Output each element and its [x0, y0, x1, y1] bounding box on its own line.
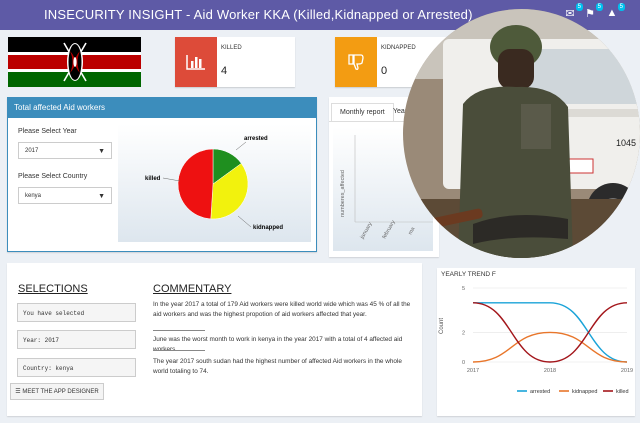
pie-chart-pane: arrested killed kidnapped [118, 124, 311, 242]
kenya-flag [8, 37, 141, 87]
trend-ytick: 0 [462, 360, 465, 366]
pie-leader-arrested [235, 141, 247, 151]
commentary-heading: COMMENTARY [153, 283, 232, 295]
trend-ytick: 2 [462, 330, 465, 336]
notifications-icon[interactable]: ⚑ 5 [582, 3, 603, 23]
pie-label-killed: killed [145, 176, 161, 182]
pie-label-arrested: arrested [244, 136, 268, 142]
commentary-divider [153, 350, 205, 351]
trend-line-kidnapped [472, 331, 628, 363]
legend-label-kidnapped[interactable]: kidnapped [572, 389, 597, 395]
thumbs-down-icon [335, 37, 377, 87]
monthly-tick-mar: ma [408, 226, 417, 236]
country-select-value: kenya [25, 193, 42, 199]
app-title: INSECURITY INSIGHT - Aid Worker KKA (Kil… [44, 7, 473, 22]
monthly-ylabel: numberes_affected [340, 170, 346, 217]
meet-designer-label: MEET THE APP DESIGNER [22, 389, 99, 395]
year-select-value: 2017 [25, 148, 39, 154]
commentary-paragraph-2: June was the worst month to work in keny… [153, 336, 403, 353]
monthly-tick-feb: february [382, 219, 397, 240]
notifications-count: 5 [595, 3, 603, 11]
meet-designer-button[interactable]: ☰ MEET THE APP DESIGNER [10, 383, 104, 400]
kidnapped-count: 0 [381, 65, 388, 77]
pie-leader-kidnapped [237, 215, 252, 228]
total-affected-box: Total affected Aid workers Please Select… [7, 97, 317, 252]
pie-chart: arrested killed kidnapped [145, 136, 283, 231]
yearly-trend-box: YEARLY TREND F Count 0 2 5 2017 2018 2019 arre… [437, 268, 635, 416]
legend-label-arrested[interactable]: arrested [530, 389, 550, 395]
selection-summary-line: You have selected [17, 303, 136, 322]
country-select-label: Please Select Country [18, 173, 88, 180]
killed-count: 4 [221, 65, 228, 77]
total-affected-title: Total affected Aid workers [8, 98, 316, 118]
trend-xtick: 2017 [467, 368, 479, 374]
tasks-count: 5 [617, 3, 625, 11]
commentary-paragraph-3: The year 2017 south sudan had the highes… [153, 358, 402, 375]
pie-slice-killed [177, 148, 214, 220]
year-select-label: Please Select Year [18, 128, 77, 135]
pie-label-kidnapped: kidnapped [253, 225, 283, 231]
caret-down-icon: ▼ [98, 193, 105, 200]
selected-year: Year: 2017 [17, 330, 136, 349]
trend-ylabel: Count [439, 318, 445, 334]
legend-label-killed[interactable]: killed [616, 389, 629, 395]
caret-down-icon: ▼ [98, 148, 105, 155]
bar-chart-icon [175, 37, 217, 87]
killed-infobox: KILLED 4 [175, 37, 295, 87]
commentary-divider [153, 330, 205, 331]
monthly-tick-jan: january [359, 221, 374, 241]
vehicle-number: 1045 [616, 138, 636, 148]
aid-worker-photo: 1045 [403, 9, 640, 258]
selections-heading: SELECTIONS [18, 283, 88, 295]
trend-xtick: 2018 [544, 368, 556, 374]
kidnapped-label: KIDNAPPED [381, 45, 416, 51]
yearly-trend-chart: Count 0 2 5 2017 2018 2019 arrested kidnapped ki… [439, 286, 633, 395]
pie-leader-killed [162, 177, 181, 182]
trend-xtick: 2019 [621, 368, 633, 374]
commentary-paragraph-1: In the year 2017 a total of 179 Aid work… [153, 301, 411, 318]
selected-country: Country: kenya [17, 358, 136, 377]
tasks-icon[interactable]: ▲ 5 [604, 3, 625, 23]
photo-soldier-vehicle: 1045 [403, 9, 640, 258]
country-select[interactable]: kenya ▼ [18, 187, 112, 204]
trend-ytick: 5 [462, 286, 465, 292]
year-select[interactable]: 2017 ▼ [18, 142, 112, 159]
killed-label: KILLED [221, 45, 242, 51]
